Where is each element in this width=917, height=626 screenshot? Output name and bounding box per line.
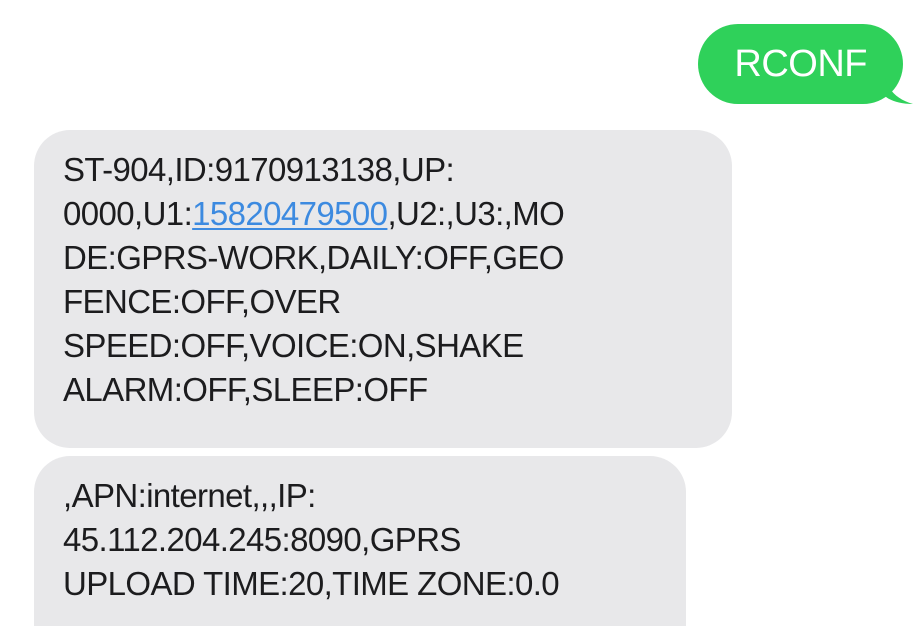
outgoing-message-text: RCONF — [734, 43, 867, 85]
message-line: UPLOAD TIME:20,TIME ZONE:0.0 — [63, 565, 560, 602]
message-line: 0000,U1:15820479500,U2:,U3:,MO — [63, 192, 712, 236]
message-thread: RCONF ST-904,ID:9170913138,UP: 0000,U1:1… — [0, 0, 917, 626]
message-text-segment: ,U2:,U3:,MO — [387, 195, 565, 232]
message-line: ,APN:internet,,,IP: — [63, 477, 316, 514]
message-line: SPEED:OFF,VOICE:ON,SHAKE — [63, 327, 524, 364]
message-line: ALARM:OFF,SLEEP:OFF — [63, 371, 428, 408]
incoming-message-bubble[interactable]: ,APN:internet,,,IP: 45.112.204.245:8090,… — [34, 456, 686, 626]
incoming-message-bubble[interactable]: ST-904,ID:9170913138,UP: 0000,U1:1582047… — [34, 130, 732, 448]
bubble-tail-icon — [885, 78, 913, 104]
message-line: DE:GPRS-WORK,DAILY:OFF,GEO — [63, 239, 564, 276]
message-line: FENCE:OFF,OVER — [63, 283, 341, 320]
outgoing-message-bubble[interactable]: RCONF — [698, 24, 913, 104]
message-text-segment: 0000,U1: — [63, 195, 193, 232]
message-line: ST-904,ID:9170913138,UP: — [63, 151, 455, 188]
message-line: 45.112.204.245:8090,GPRS — [63, 521, 461, 558]
phone-number-link[interactable]: 15820479500 — [192, 195, 388, 232]
